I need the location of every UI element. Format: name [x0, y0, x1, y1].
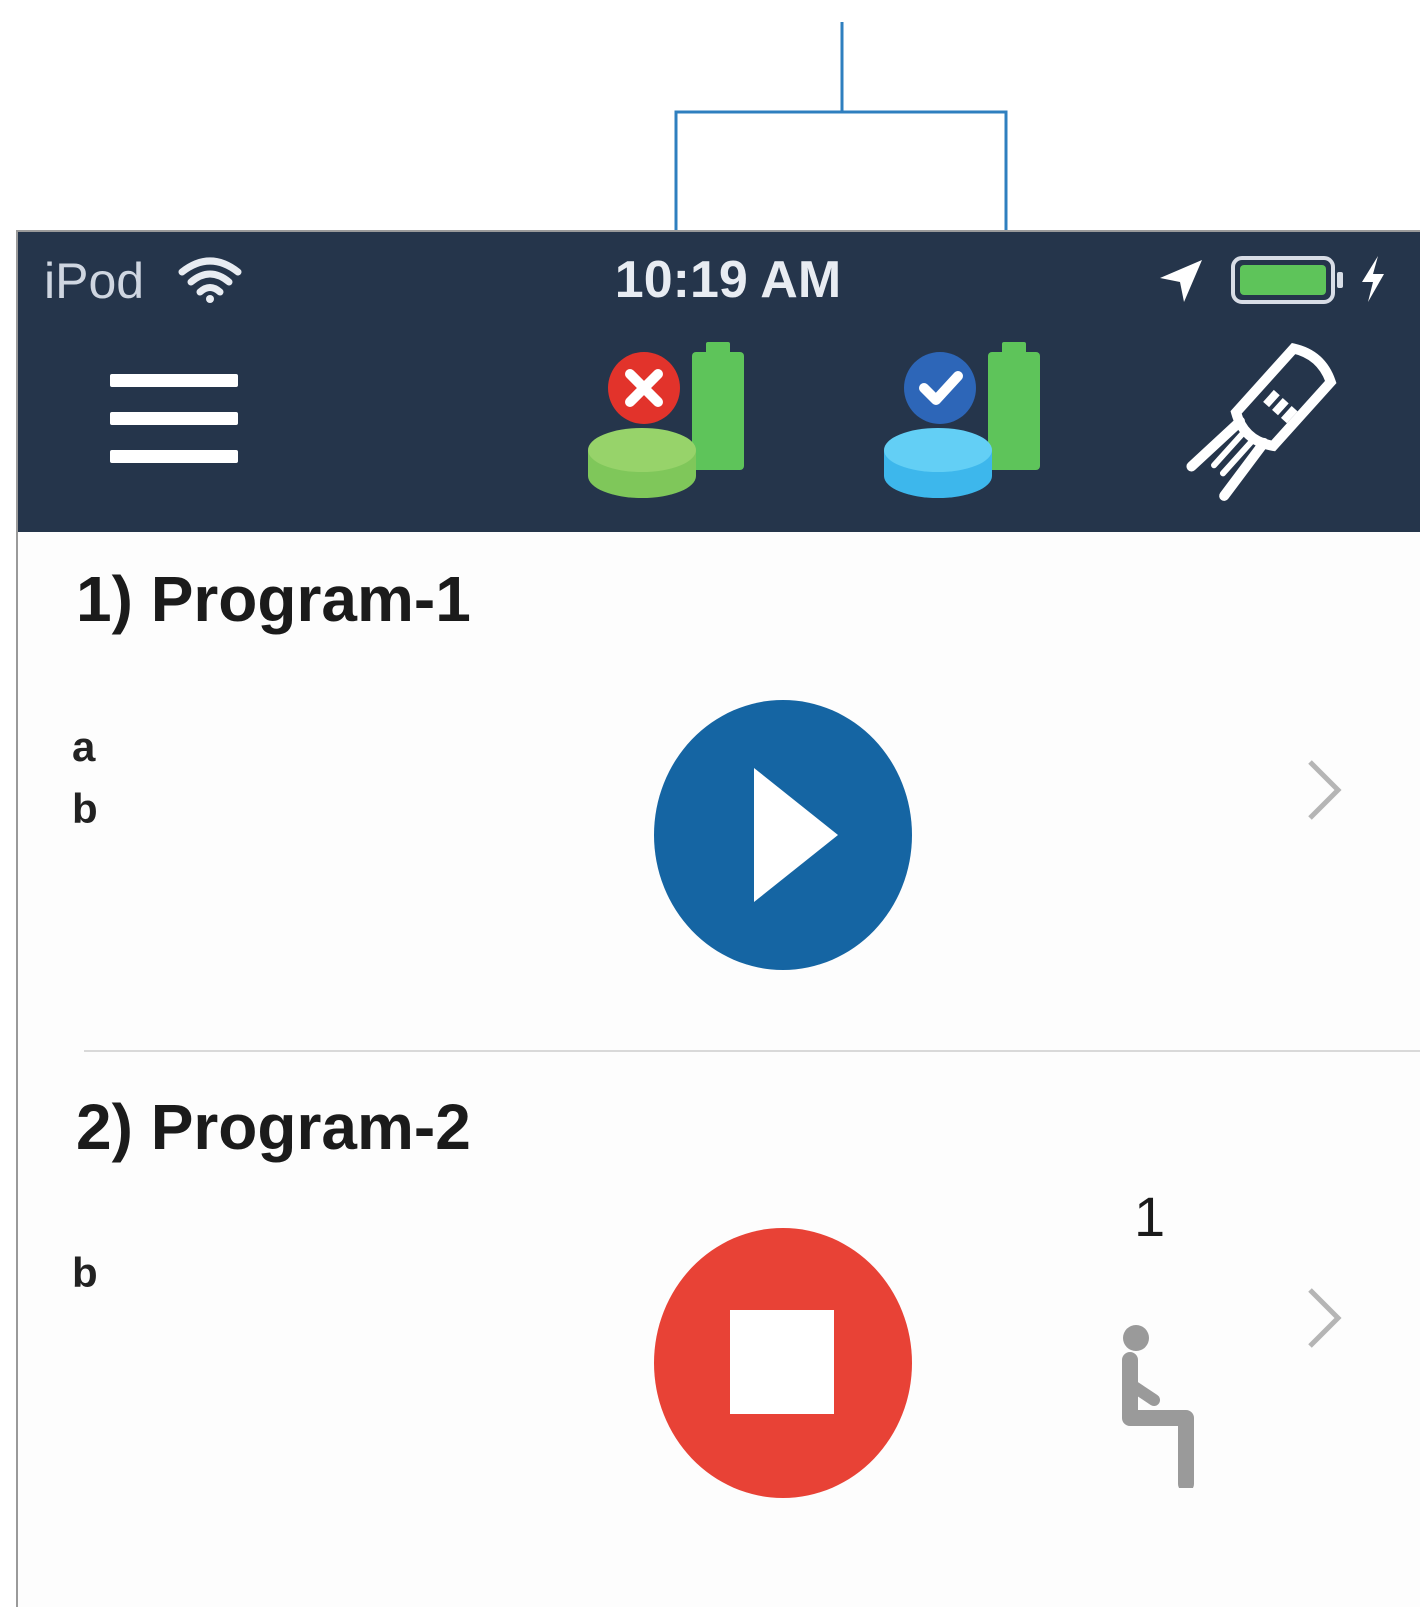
location-arrow-icon [1160, 260, 1202, 302]
status-time: 10:19 AM [614, 251, 842, 309]
play-button[interactable] [654, 700, 912, 970]
battery-icon [1231, 256, 1343, 304]
carrier-label: iPod [44, 253, 145, 309]
top-bar: iPod 10:19 AM [18, 232, 1420, 532]
stop-icon [730, 1310, 834, 1414]
program-detail-line: a [72, 723, 96, 770]
participant-count: 1 [1134, 1185, 1166, 1248]
row-divider [84, 1050, 1420, 1052]
seated-person-icon [1122, 1325, 1194, 1488]
device-screen: iPod 10:19 AM 1) Program-1 a b 2) Progra… [16, 230, 1420, 1607]
program-title: 1) Program-1 [76, 563, 471, 635]
program-detail-line: b [72, 785, 98, 832]
hamburger-menu-icon[interactable] [110, 374, 238, 464]
sensor-connected-battery-icon[interactable] [882, 338, 1052, 506]
program-details: b [72, 1242, 98, 1304]
chevron-right-icon[interactable] [1304, 758, 1344, 822]
play-icon [754, 768, 838, 902]
program-details: a b [72, 716, 98, 840]
chevron-right-icon[interactable] [1304, 1286, 1344, 1350]
program-title: 2) Program-2 [76, 1091, 471, 1163]
wifi-icon [178, 257, 242, 303]
sensor-disconnected-battery-icon[interactable] [586, 338, 756, 506]
charging-bolt-icon [1362, 256, 1384, 302]
callout-bracket [674, 22, 1008, 232]
stop-button[interactable] [654, 1228, 912, 1498]
program-detail-line: b [72, 1249, 98, 1296]
probe-clip-icon[interactable] [1182, 336, 1342, 506]
